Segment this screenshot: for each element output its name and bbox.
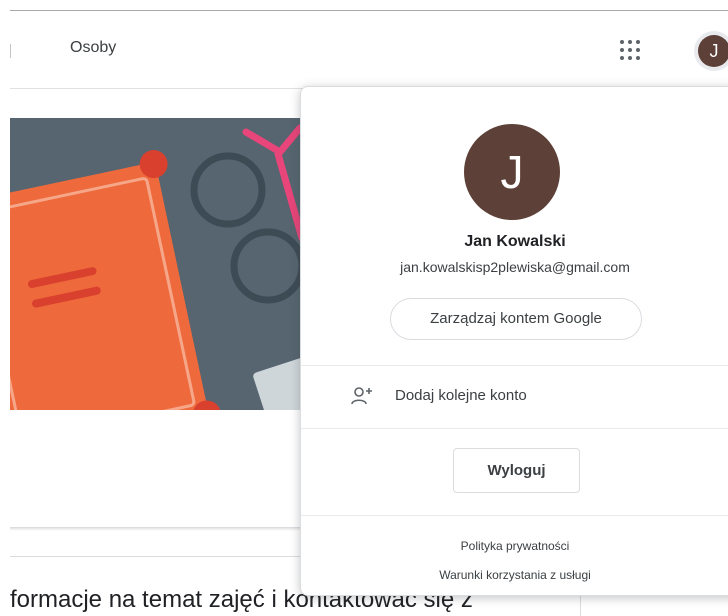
privacy-policy-link[interactable]: Polityka prywatności bbox=[301, 539, 728, 553]
top-header: Osoby J bbox=[10, 11, 728, 89]
account-avatar-button[interactable]: J bbox=[694, 31, 728, 71]
section-divider bbox=[10, 556, 310, 557]
banner-art bbox=[10, 124, 310, 410]
terms-of-service-link[interactable]: Warunki korzystania z usługi bbox=[301, 568, 728, 582]
class-card-footer bbox=[10, 438, 310, 528]
add-account-item[interactable]: Dodaj kolejne konto bbox=[301, 366, 728, 428]
tab-divider bbox=[10, 44, 11, 58]
account-name: Jan Kowalski bbox=[464, 233, 566, 250]
avatar-initial: J bbox=[698, 35, 728, 67]
add-account-label: Dodaj kolejne konto bbox=[395, 387, 527, 404]
menu-divider bbox=[301, 428, 728, 429]
tab-people[interactable]: Osoby bbox=[70, 39, 116, 57]
account-avatar-large: J bbox=[464, 124, 560, 220]
account-menu-panel: J Jan Kowalski jan.kowalskisp2plewiska@g… bbox=[300, 86, 728, 596]
person-add-icon bbox=[351, 387, 372, 405]
card-shadow bbox=[10, 528, 310, 531]
menu-divider bbox=[301, 515, 728, 516]
logout-button[interactable]: Wyloguj bbox=[453, 448, 580, 493]
manage-google-account-button[interactable]: Zarządzaj kontem Google bbox=[390, 298, 642, 340]
apps-grid-icon[interactable] bbox=[617, 37, 643, 63]
class-banner-illustration bbox=[10, 118, 310, 410]
account-email: jan.kowalskisp2plewiska@gmail.com bbox=[400, 259, 630, 275]
